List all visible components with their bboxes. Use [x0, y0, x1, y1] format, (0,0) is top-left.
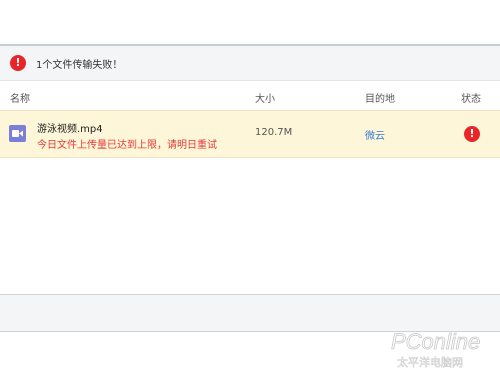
column-header-name[interactable]: 名称 [10, 90, 30, 105]
column-header-status[interactable]: 状态 [461, 90, 481, 105]
top-blank-area [0, 0, 500, 44]
table-row[interactable]: 游泳视频.mp4 今日文件上传量已达到上限，请明日重试 120.7M 微云 ! [0, 110, 500, 158]
table-header: 名称 大小 目的地 状态 [0, 81, 500, 109]
file-name: 游泳视频.mp4 [37, 124, 103, 135]
alert-bar: ! 1个文件传输失败！ [0, 46, 500, 81]
error-icon[interactable]: ! [464, 126, 480, 142]
error-icon: ! [10, 55, 26, 71]
column-header-destination[interactable]: 目的地 [365, 90, 395, 105]
alert-message: 1个文件传输失败！ [36, 59, 123, 71]
column-header-size[interactable]: 大小 [255, 90, 275, 105]
pconline-watermark: PConline 太平洋电脑网 [391, 329, 481, 370]
file-error-message: 今日文件上传量已达到上限，请明日重试 [37, 140, 217, 151]
file-size: 120.7M [255, 127, 293, 138]
watermark-tagline: 太平洋电脑网 [397, 355, 463, 369]
destination-link[interactable]: 微云 [365, 127, 385, 142]
watermark-brand: PConline [391, 329, 480, 354]
video-file-icon [9, 125, 26, 142]
